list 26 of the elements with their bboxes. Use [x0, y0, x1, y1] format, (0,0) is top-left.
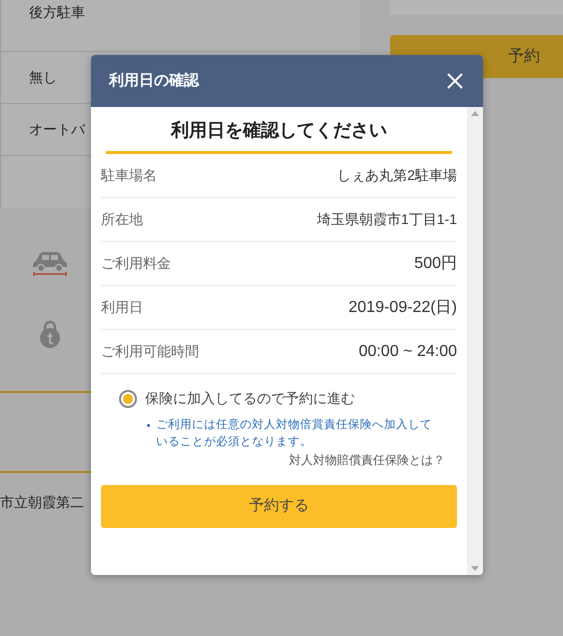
- dialog-title: 利用日の確認: [109, 70, 199, 91]
- insurance-radio[interactable]: 保険に加入してるので予約に進む: [101, 388, 457, 409]
- option-label: オートバ: [29, 120, 85, 139]
- reserve-button[interactable]: 予約する: [101, 485, 457, 528]
- row-value: 2019-09-22(日): [348, 298, 457, 318]
- insurance-link[interactable]: 対人対物賠償責任保険とは？: [289, 451, 445, 469]
- row-label: 駐車場名: [101, 166, 157, 185]
- option-label: 後方駐車: [29, 3, 85, 22]
- close-icon[interactable]: [445, 71, 465, 91]
- insurance-note: ご利用には任意の対人対物倍賞責任保険へ加入していることが必須となります。: [156, 417, 433, 450]
- scroll-up-icon[interactable]: [471, 111, 479, 116]
- row-value: 埼玉県朝霞市1丁目1-1: [316, 210, 457, 229]
- radio-button[interactable]: [119, 390, 137, 408]
- row-value: 00:00 ~ 24:00: [358, 342, 457, 362]
- row-label: ご利用可能時間: [101, 342, 199, 361]
- dialog-heading: 利用日を確認してください: [171, 119, 387, 142]
- row-value: しぇあ丸第2駐車場: [337, 166, 457, 185]
- lock-icon: [38, 320, 62, 348]
- row-label: 利用日: [101, 298, 143, 317]
- row-label: 所在地: [101, 210, 143, 229]
- row-value: 500円: [414, 254, 457, 274]
- nearby-text: 市立朝霞第二: [0, 494, 84, 510]
- scroll-down-icon[interactable]: [471, 566, 479, 571]
- row-label: ご利用料金: [101, 254, 171, 273]
- bullet-icon: [147, 424, 150, 427]
- option-label: 無し: [29, 68, 57, 87]
